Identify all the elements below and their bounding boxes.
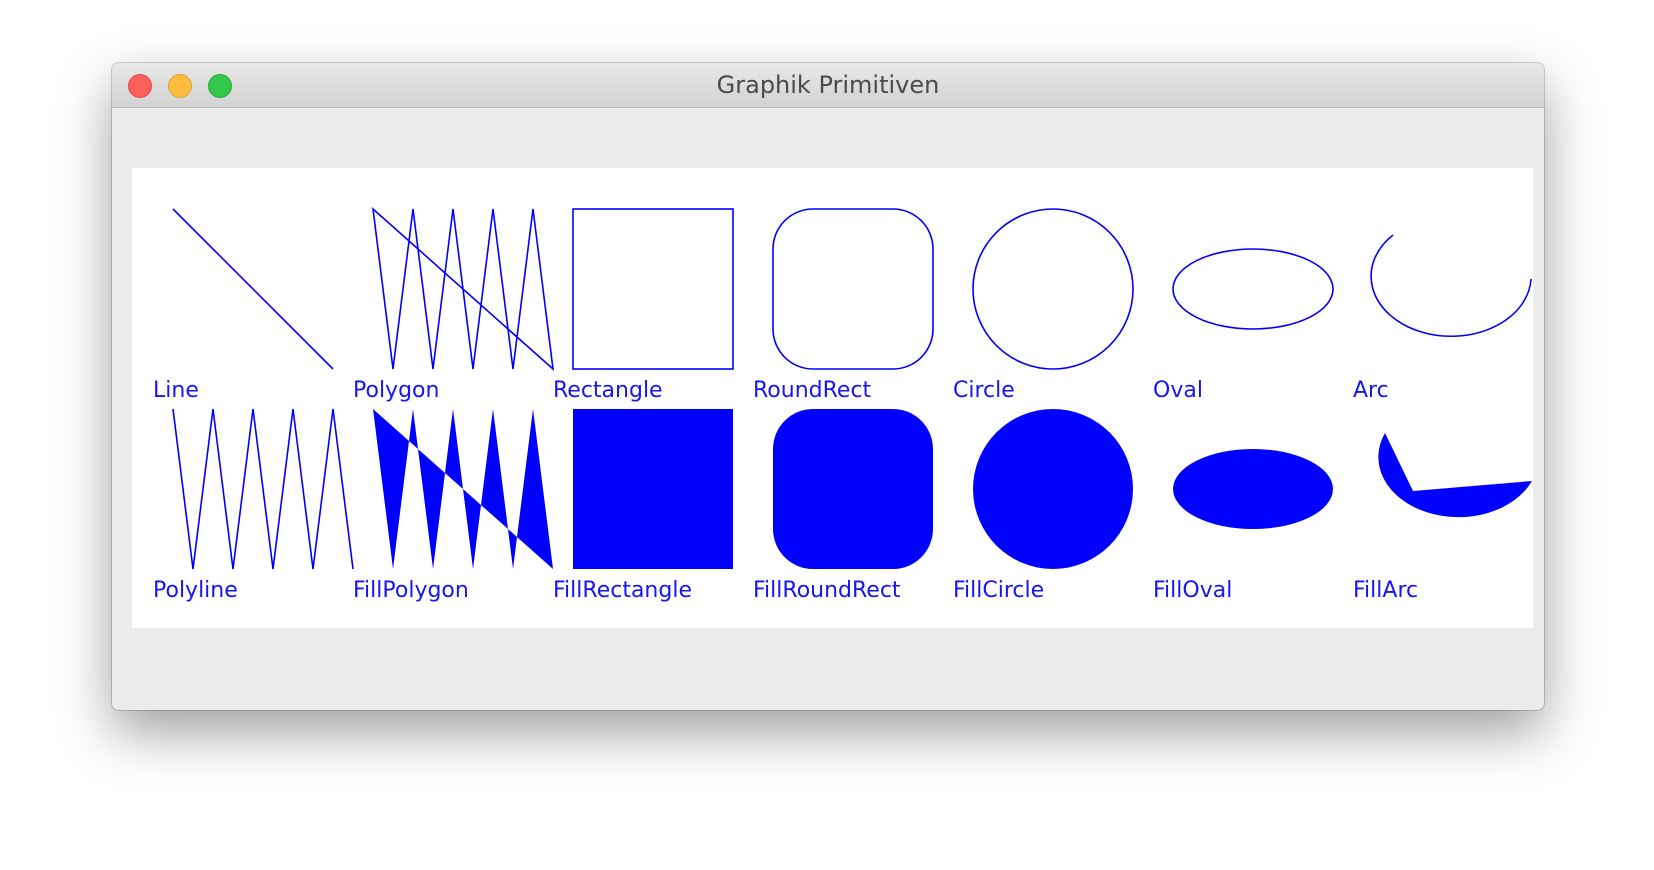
oval-shape (1172, 248, 1334, 330)
label-line: Line (153, 378, 199, 403)
label-fillroundrect: FillRoundRect (753, 578, 901, 603)
arc-shape (1370, 234, 1532, 338)
circle-shape (972, 208, 1134, 370)
label-filloval: FillOval (1153, 578, 1233, 603)
filloval-shape (1173, 449, 1333, 529)
label-fillcircle: FillCircle (953, 578, 1045, 603)
title-bar[interactable]: Graphik Primitiven (112, 63, 1544, 108)
label-rectangle: Rectangle (553, 378, 663, 403)
polyline-shape (172, 408, 354, 570)
app-window: Graphik Primitiven Line Polygon Rectangl… (112, 63, 1544, 710)
label-circle: Circle (953, 378, 1015, 403)
line-shape (172, 208, 334, 370)
label-roundrect: RoundRect (753, 378, 872, 403)
label-fillarc: FillArc (1353, 578, 1419, 603)
label-oval: Oval (1153, 378, 1203, 403)
label-polyline: Polyline (153, 578, 238, 603)
fillcircle-shape (973, 409, 1133, 569)
drawing-canvas: Line Polygon Rectangle RoundRect Circle … (132, 168, 1533, 628)
label-polygon: Polygon (353, 378, 440, 403)
polygon-shape (371, 206, 555, 372)
rectangle-shape (572, 208, 734, 370)
fillarc-shape (1378, 433, 1532, 518)
label-fillpolygon: FillPolygon (353, 578, 469, 603)
fillroundrect-shape (773, 409, 933, 569)
roundrect-shape (772, 208, 934, 370)
window-title: Graphik Primitiven (716, 71, 940, 99)
fillpolygon-shape (373, 409, 553, 569)
label-fillrectangle: FillRectangle (553, 578, 692, 603)
fillrectangle-shape (573, 409, 733, 569)
label-arc: Arc (1353, 378, 1389, 403)
